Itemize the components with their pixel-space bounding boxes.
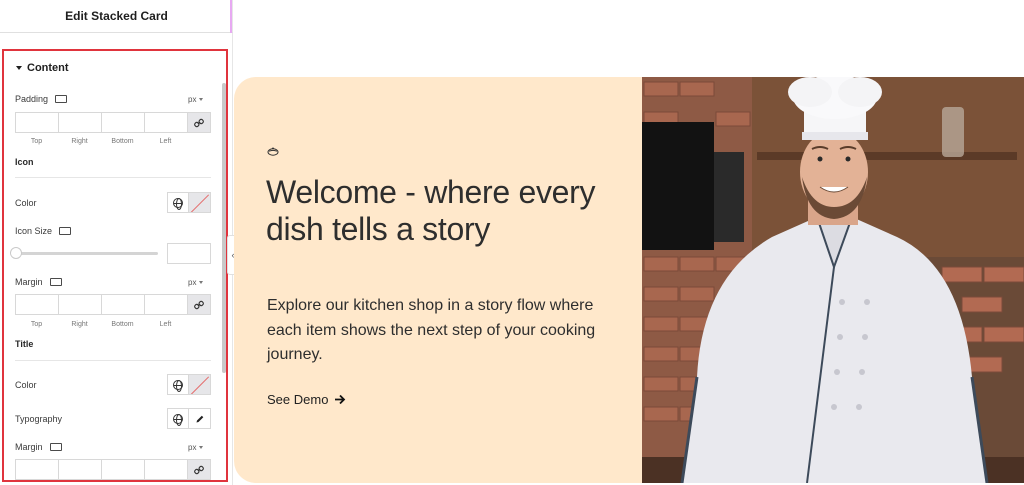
title-color-label: Color bbox=[15, 380, 37, 390]
padding-dim-labels: Top Right Bottom Left bbox=[15, 138, 187, 145]
margin-left-input[interactable] bbox=[144, 294, 187, 315]
icon-color-picker[interactable] bbox=[189, 192, 211, 213]
icon-color-label: Color bbox=[15, 198, 37, 208]
typography-controls bbox=[167, 408, 211, 429]
title-margin-label-row: Margin bbox=[15, 442, 62, 452]
panel-title: Edit Stacked Card bbox=[65, 9, 168, 23]
link-values-button[interactable] bbox=[187, 112, 211, 133]
globe-icon bbox=[173, 413, 183, 426]
unit-label: px bbox=[188, 95, 197, 104]
margin-bottom-input[interactable] bbox=[101, 459, 144, 480]
padding-right-input[interactable] bbox=[58, 112, 101, 133]
chevron-down-icon bbox=[199, 446, 204, 449]
link-icon bbox=[194, 465, 204, 474]
title-margin-inputs bbox=[15, 459, 211, 480]
icon-color-controls bbox=[167, 192, 211, 213]
globe-icon bbox=[173, 197, 183, 210]
see-demo-label: See Demo bbox=[267, 392, 329, 407]
title-color-global-button[interactable] bbox=[167, 374, 189, 395]
monitor-icon[interactable] bbox=[59, 227, 72, 235]
dim-label-top: Top bbox=[30, 321, 43, 328]
padding-top-input[interactable] bbox=[15, 112, 58, 133]
unit-label: px bbox=[188, 443, 197, 452]
dim-label-bottom: Bottom bbox=[111, 138, 134, 145]
link-values-button[interactable] bbox=[187, 294, 211, 315]
padding-inputs bbox=[15, 112, 211, 133]
typography-text: Typography bbox=[15, 414, 63, 424]
padding-label: Padding bbox=[15, 94, 49, 104]
see-demo-link[interactable]: See Demo bbox=[267, 392, 346, 407]
title-margin-unit-select[interactable]: px bbox=[188, 443, 204, 452]
monitor-icon[interactable] bbox=[55, 95, 68, 103]
typography-global-button[interactable] bbox=[167, 408, 189, 429]
margin-bottom-input[interactable] bbox=[101, 294, 144, 315]
padding-bottom-input[interactable] bbox=[101, 112, 144, 133]
typography-edit-button[interactable] bbox=[189, 408, 211, 429]
icon-margin-unit-select[interactable]: px bbox=[188, 278, 204, 287]
panel-header: Edit Stacked Card bbox=[0, 0, 233, 33]
dim-label-bottom: Bottom bbox=[111, 321, 134, 328]
section-toggle-content[interactable]: Content bbox=[16, 62, 69, 74]
dim-label-top: Top bbox=[30, 138, 43, 145]
editor-panel: Edit Stacked Card Content Padding px Top… bbox=[0, 0, 233, 485]
dim-label-right: Right bbox=[71, 321, 88, 328]
caret-down-icon bbox=[16, 66, 22, 70]
scrollbar[interactable] bbox=[222, 83, 226, 373]
icon-color-global-button[interactable] bbox=[167, 192, 189, 213]
link-icon bbox=[194, 118, 204, 127]
margin-left-input[interactable] bbox=[144, 459, 187, 480]
content-controls: Content Padding px Top Right Bottom Left… bbox=[2, 49, 228, 482]
dim-label-left: Left bbox=[159, 138, 172, 145]
monitor-icon[interactable] bbox=[49, 443, 62, 451]
padding-left-input[interactable] bbox=[144, 112, 187, 133]
link-icon bbox=[194, 300, 204, 309]
title-color-picker[interactable] bbox=[189, 374, 211, 395]
icon-size-slider-handle[interactable] bbox=[10, 247, 22, 259]
padding-unit-select[interactable]: px bbox=[188, 95, 204, 104]
icon-color-text: Color bbox=[15, 198, 37, 208]
title-color-text: Color bbox=[15, 380, 37, 390]
title-group-heading: Title bbox=[15, 339, 34, 349]
margin-dim-labels: Top Right Bottom Left bbox=[15, 321, 187, 328]
title-margin-label: Margin bbox=[15, 442, 43, 452]
chef-illustration bbox=[642, 77, 1024, 483]
typography-label: Typography bbox=[15, 414, 62, 424]
cooking-pot-icon bbox=[267, 147, 279, 156]
margin-right-input[interactable] bbox=[58, 459, 101, 480]
pencil-icon bbox=[196, 415, 203, 422]
title-color-controls bbox=[167, 374, 211, 395]
arrow-right-icon bbox=[335, 394, 346, 405]
icon-margin-inputs bbox=[15, 294, 211, 315]
icon-size-label-row: Icon Size bbox=[15, 226, 72, 236]
unit-label: px bbox=[188, 278, 197, 287]
icon-group-heading: Icon bbox=[15, 157, 34, 167]
monitor-icon[interactable] bbox=[49, 278, 62, 286]
icon-size-slider[interactable] bbox=[15, 252, 158, 255]
margin-top-input[interactable] bbox=[15, 294, 58, 315]
icon-size-label: Icon Size bbox=[15, 226, 53, 236]
stacked-card-preview: Welcome - where every dish tells a story… bbox=[234, 77, 1024, 483]
icon-margin-label: Margin bbox=[15, 277, 43, 287]
dim-label-right: Right bbox=[71, 138, 88, 145]
dim-label-left: Left bbox=[159, 321, 172, 328]
chef-photo bbox=[642, 77, 1024, 483]
panel-accent-bar bbox=[230, 0, 232, 33]
icon-margin-label-row: Margin bbox=[15, 277, 62, 287]
divider bbox=[15, 177, 211, 178]
globe-icon bbox=[173, 379, 183, 392]
padding-label-row: Padding bbox=[15, 94, 68, 104]
section-title: Content bbox=[27, 62, 69, 74]
chevron-down-icon bbox=[199, 98, 204, 101]
chevron-down-icon bbox=[199, 281, 204, 284]
card-description: Explore our kitchen shop in a story flow… bbox=[267, 297, 596, 363]
margin-right-input[interactable] bbox=[58, 294, 101, 315]
margin-top-input[interactable] bbox=[15, 459, 58, 480]
divider bbox=[15, 360, 211, 361]
icon-size-input[interactable] bbox=[167, 243, 211, 264]
card-title: Welcome - where every dish tells a story bbox=[266, 174, 596, 247]
link-values-button[interactable] bbox=[187, 459, 211, 480]
